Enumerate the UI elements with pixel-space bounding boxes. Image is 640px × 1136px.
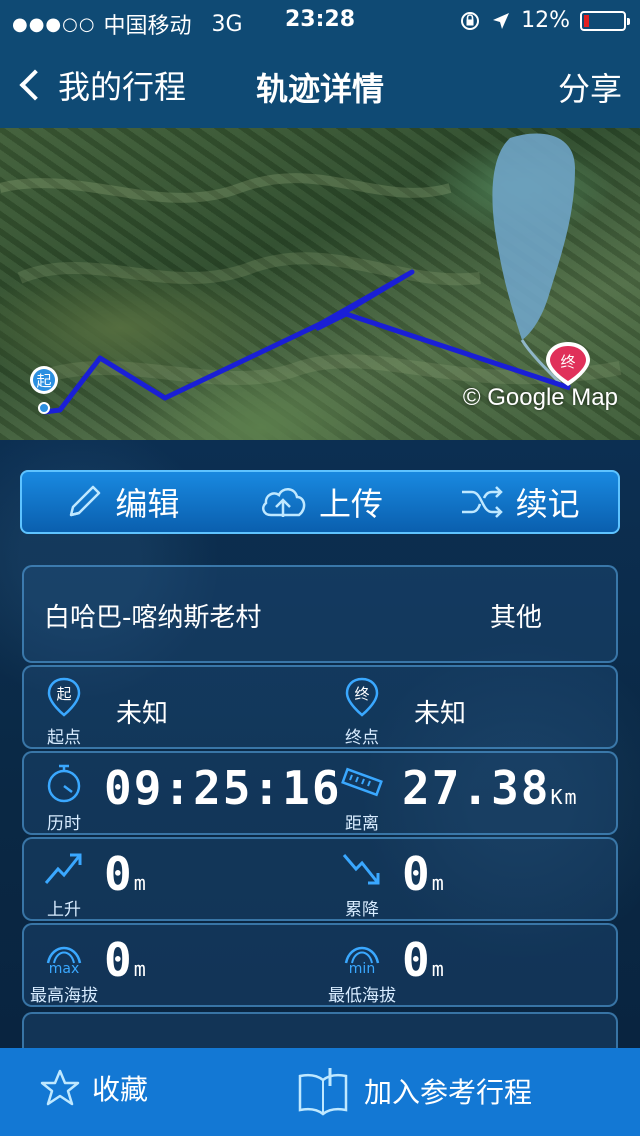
trip-route-name: 白哈巴-喀纳斯老村 bbox=[44, 603, 262, 633]
pencil-icon bbox=[70, 485, 101, 517]
start-pin-label: 起 bbox=[36, 372, 51, 390]
svg-text:终: 终 bbox=[354, 685, 369, 703]
action-bar: 编辑 上传 续记 bbox=[20, 470, 620, 534]
distance-unit: Km bbox=[550, 785, 579, 809]
edit-label: 编辑 bbox=[115, 485, 180, 523]
location-arrow-icon bbox=[493, 12, 510, 29]
add-reference-button[interactable]: 加入参考行程 bbox=[296, 1066, 532, 1116]
battery-percent: 12% bbox=[521, 8, 570, 33]
star-icon bbox=[40, 1069, 80, 1106]
stopwatch-icon bbox=[47, 764, 81, 803]
end-pin-outline-icon: 终 bbox=[345, 677, 379, 717]
duration-value: 09:25:16 bbox=[104, 761, 342, 815]
descent-unit: m bbox=[431, 871, 446, 895]
distance-label: 距离 bbox=[345, 814, 379, 834]
page-title: 轨迹详情 bbox=[255, 70, 384, 108]
start-end-row: 起 起点 未知 终 终点 未知 bbox=[22, 665, 618, 749]
mountain-min-icon: min bbox=[344, 946, 380, 977]
ascent-cell: 上升 0m bbox=[24, 839, 320, 923]
ascent-descent-row: 上升 0m 累降 0m bbox=[22, 837, 618, 921]
max-altitude-cell: max 最高海拔 0m bbox=[24, 925, 320, 1009]
max-altitude-label: 最高海拔 bbox=[30, 986, 98, 1006]
book-icon bbox=[298, 1068, 348, 1116]
ruler-icon bbox=[341, 767, 383, 797]
min-altitude-cell: min 最低海拔 0m bbox=[322, 925, 618, 1009]
distance-cell: 距离 27.38Km bbox=[322, 753, 618, 837]
start-point-value: 未知 bbox=[116, 699, 169, 729]
end-point-value: 未知 bbox=[414, 699, 467, 729]
battery-icon bbox=[580, 10, 630, 31]
continue-label: 续记 bbox=[515, 485, 580, 523]
start-pin-outline-icon: 起 bbox=[47, 677, 81, 717]
orientation-lock-icon bbox=[461, 11, 480, 30]
header: ●●●○○ 中国移动 3G 23:28 12% 我的行程 轨迹详情 分享 bbox=[0, 0, 640, 128]
distance-value: 27.38 bbox=[402, 761, 551, 815]
trip-name-card[interactable]: 白哈巴-喀纳斯老村 其他 bbox=[22, 565, 618, 663]
duration-distance-row: 历时 09:25:16 距离 27.38Km bbox=[22, 751, 618, 835]
svg-text:min: min bbox=[349, 961, 375, 977]
descent-cell: 累降 0m bbox=[322, 839, 618, 923]
min-altitude-value: 0 bbox=[402, 933, 432, 987]
max-altitude-unit: m bbox=[133, 957, 148, 981]
next-stats-row bbox=[22, 1012, 618, 1048]
max-altitude-value: 0 bbox=[104, 933, 134, 987]
map-attribution: © Google Map bbox=[462, 384, 618, 411]
svg-text:max: max bbox=[49, 961, 80, 977]
favorite-button[interactable]: 收藏 bbox=[40, 1068, 148, 1108]
bottom-bar: 收藏 加入参考行程 bbox=[0, 1048, 640, 1136]
status-bar: ●●●○○ 中国移动 3G 23:28 12% bbox=[0, 0, 640, 40]
shuffle-icon bbox=[461, 486, 503, 518]
duration-cell: 历时 09:25:16 bbox=[24, 753, 340, 837]
end-point-cell: 终 终点 未知 bbox=[322, 667, 618, 751]
ascent-value: 0 bbox=[104, 847, 134, 901]
navigation-bar: 我的行程 轨迹详情 分享 bbox=[0, 52, 640, 116]
altitude-row: max 最高海拔 0m min 最低海拔 0m bbox=[22, 923, 618, 1007]
cloud-upload-icon bbox=[262, 488, 306, 517]
start-point-label: 起点 bbox=[47, 728, 81, 748]
descent-label: 累降 bbox=[345, 900, 379, 920]
share-button[interactable]: 分享 bbox=[558, 64, 622, 110]
track-map[interactable]: 起 终 © Google Map bbox=[0, 128, 640, 440]
upload-button[interactable]: 上传 bbox=[221, 479, 420, 525]
ascent-unit: m bbox=[133, 871, 148, 895]
lake-area bbox=[492, 133, 575, 340]
min-altitude-label: 最低海拔 bbox=[328, 986, 396, 1006]
trend-down-icon bbox=[342, 854, 380, 885]
end-point-label: 终点 bbox=[345, 728, 379, 748]
ascent-label: 上升 bbox=[47, 900, 81, 920]
continue-button[interactable]: 续记 bbox=[419, 479, 618, 525]
descent-value: 0 bbox=[402, 847, 432, 901]
svg-text:起: 起 bbox=[56, 685, 71, 703]
mountain-max-icon: max bbox=[46, 946, 82, 977]
trend-up-icon bbox=[44, 853, 82, 884]
edit-button[interactable]: 编辑 bbox=[22, 479, 221, 525]
duration-label: 历时 bbox=[47, 814, 81, 834]
end-pin-label: 终 bbox=[560, 353, 575, 371]
upload-label: 上传 bbox=[319, 485, 384, 523]
add-reference-label: 加入参考行程 bbox=[364, 1076, 533, 1109]
trip-details: 编辑 上传 续记 白哈巴-喀纳斯老村 其他 起 起点 未知 终 终点 未知 历时… bbox=[0, 440, 640, 1050]
min-altitude-unit: m bbox=[431, 957, 446, 981]
start-point-cell: 起 起点 未知 bbox=[24, 667, 320, 751]
trip-type: 其他 bbox=[489, 603, 542, 633]
favorite-label: 收藏 bbox=[92, 1073, 149, 1106]
